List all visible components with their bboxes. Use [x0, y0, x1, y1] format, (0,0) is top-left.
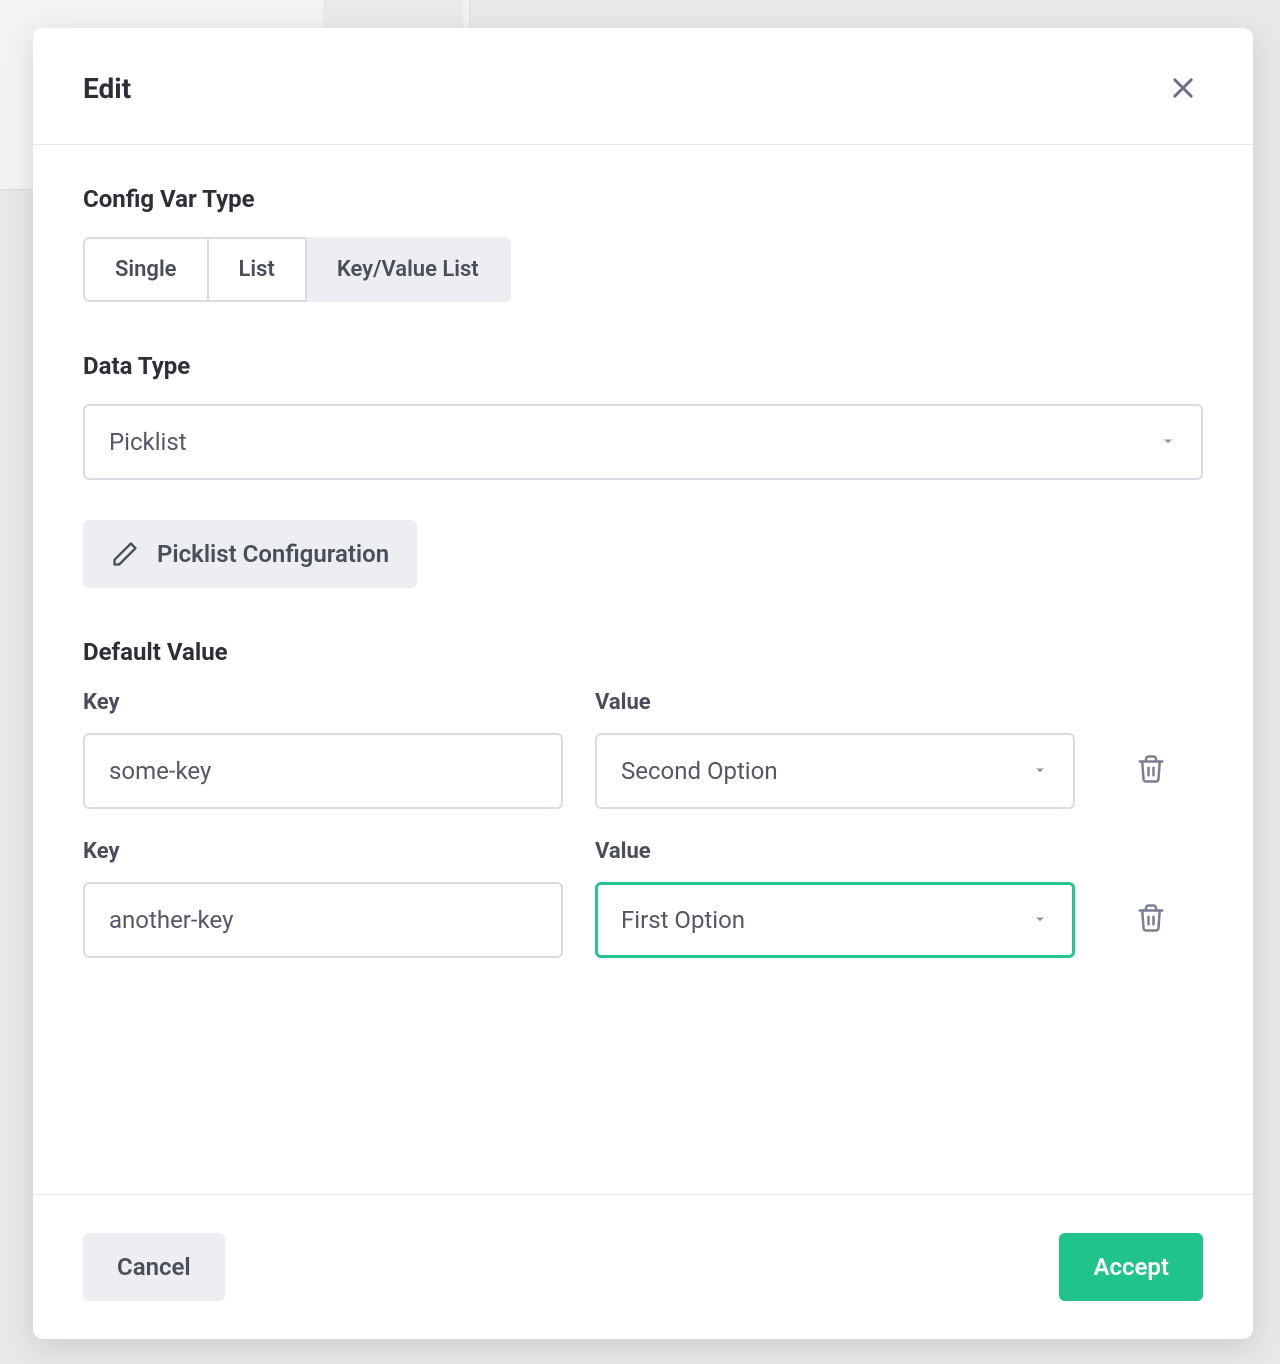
segment-key-value-list[interactable]: Key/Value List: [307, 237, 511, 302]
modal-title: Edit: [83, 72, 131, 105]
data-type-value: Picklist: [109, 428, 187, 456]
segment-list[interactable]: List: [209, 237, 307, 302]
kv-value-col: Value Second Option: [595, 690, 1075, 809]
key-label: Key: [83, 839, 563, 864]
data-type-select[interactable]: Picklist: [83, 404, 1203, 480]
data-type-label: Data Type: [83, 352, 1203, 380]
chevron-down-icon: [1159, 428, 1177, 456]
value-select-text: Second Option: [621, 757, 778, 785]
segment-single[interactable]: Single: [83, 237, 209, 302]
close-icon: [1169, 74, 1197, 102]
cancel-button[interactable]: Cancel: [83, 1233, 225, 1301]
chevron-down-icon: [1031, 906, 1049, 934]
kv-value-col: Value First Option: [595, 839, 1075, 958]
picklist-configuration-button[interactable]: Picklist Configuration: [83, 520, 417, 588]
config-var-type-segmented: Single List Key/Value List: [83, 237, 511, 302]
key-input[interactable]: [83, 882, 563, 958]
pencil-icon: [111, 540, 139, 568]
kv-key-col: Key: [83, 690, 563, 809]
data-type-select-wrapper: Picklist: [83, 404, 1203, 480]
background-panel: [323, 0, 463, 28]
value-label: Value: [595, 690, 1075, 715]
modal-footer: Cancel Accept: [33, 1194, 1253, 1339]
value-label: Value: [595, 839, 1075, 864]
config-var-type-label: Config Var Type: [83, 185, 1203, 213]
default-value-label: Default Value: [83, 638, 1203, 666]
value-select-text: First Option: [621, 906, 745, 934]
modal-header: Edit: [33, 28, 1253, 145]
accept-button[interactable]: Accept: [1059, 1233, 1203, 1301]
modal-body: Config Var Type Single List Key/Value Li…: [33, 145, 1253, 1194]
edit-modal: Edit Config Var Type Single List Key/Val…: [33, 28, 1253, 1339]
chevron-down-icon: [1031, 757, 1049, 785]
delete-row-button[interactable]: [1127, 878, 1175, 958]
kv-row: Key Value First Option: [83, 839, 1203, 958]
delete-row-button[interactable]: [1127, 729, 1175, 809]
trash-icon: [1136, 903, 1166, 933]
key-label: Key: [83, 690, 563, 715]
picklist-config-label: Picklist Configuration: [157, 540, 389, 568]
kv-key-col: Key: [83, 839, 563, 958]
value-select[interactable]: First Option: [595, 882, 1075, 958]
value-select[interactable]: Second Option: [595, 733, 1075, 809]
key-input[interactable]: [83, 733, 563, 809]
trash-icon: [1136, 754, 1166, 784]
kv-row: Key Value Second Option: [83, 690, 1203, 809]
close-button[interactable]: [1163, 68, 1203, 108]
